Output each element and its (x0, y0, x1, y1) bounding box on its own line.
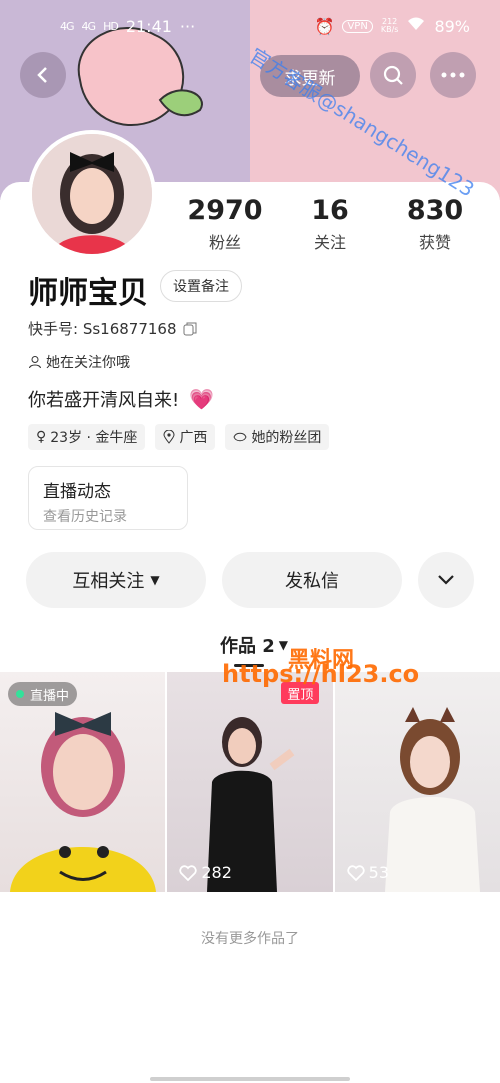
send-message-button[interactable]: 发私信 (222, 552, 402, 608)
like-count-value: 53 (368, 863, 390, 882)
live-now-badge: 直播中 (8, 682, 78, 706)
heart-icon: 💗 (189, 387, 215, 411)
action-row: 互相关注 ▼ 发私信 (26, 552, 474, 608)
network-speed: 212 KB/s (381, 18, 399, 34)
tag-fan-club[interactable]: 她的粉丝团 (225, 424, 330, 450)
battery-level: 89% (434, 16, 470, 36)
heart-outline-icon (179, 864, 197, 881)
stat-likes[interactable]: 830 获赞 (390, 195, 480, 253)
no-more-works-text: 没有更多作品了 (201, 931, 299, 947)
tag-label: 她的粉丝团 (251, 430, 322, 446)
bio-text: 你若盛开清风自来! (28, 390, 180, 411)
signal-indicator-2: 4G (81, 19, 96, 33)
stat-label: 粉丝 (208, 233, 241, 252)
expand-more-button[interactable] (418, 552, 474, 608)
live-history-card[interactable]: 直播动态 查看历史记录 (28, 466, 188, 530)
live-history-subtitle: 查看历史记录 (43, 509, 127, 525)
person-icon (29, 356, 41, 369)
avatar-illustration (32, 134, 152, 254)
tab-works-label: 作品 2 (220, 636, 275, 657)
profile-name: 师师宝贝 (28, 276, 148, 311)
caret-down-icon: ▼ (278, 638, 289, 652)
work-thumbnail (384, 707, 480, 892)
user-id-row: 快手号: Ss16877168 (28, 318, 197, 339)
tag-age-zodiac: ♀ 23岁 · 金牛座 (28, 424, 146, 450)
user-id: 快手号: Ss16877168 (28, 320, 177, 338)
back-button[interactable] (20, 52, 66, 98)
ellipsis-icon (441, 72, 465, 78)
network-speed-unit: KB/s (380, 25, 399, 34)
watermark-text: https://hl23.co (222, 660, 420, 688)
stat-value: 16 (311, 195, 349, 226)
tag-location: 广西 (155, 424, 216, 450)
heart-outline-icon (347, 864, 365, 881)
location-pin-icon (163, 430, 175, 444)
search-button[interactable] (370, 52, 416, 98)
tag-label: 23岁 · 金牛座 (50, 430, 138, 446)
like-count: 53 (347, 863, 389, 882)
work-tile[interactable]: 直播中 (0, 672, 166, 892)
tag-label: 广西 (179, 430, 208, 446)
follows-you-text: 她在关注你哦 (46, 355, 130, 371)
work-tile[interactable]: 置顶 282 (167, 672, 333, 892)
stat-following[interactable]: 16 关注 (285, 195, 375, 253)
mutual-follow-button[interactable]: 互相关注 ▼ (26, 552, 206, 608)
live-history-title: 直播动态 (43, 482, 111, 502)
work-tile[interactable]: 53 (334, 672, 500, 892)
works-grid: 直播中 置顶 282 53 (0, 672, 500, 892)
home-indicator[interactable] (150, 1077, 350, 1081)
status-bar: 4G 4G HD 21:41 ··· ⏰ VPN 212 KB/s 89% (0, 0, 500, 52)
chevron-down-icon (438, 575, 454, 585)
mutual-follow-label: 互相关注 (72, 571, 145, 592)
clock: 21:41 (125, 16, 172, 36)
search-icon (383, 65, 403, 85)
status-more: ··· (179, 16, 196, 36)
bio: 你若盛开清风自来! 💗 (28, 386, 214, 412)
more-options-button[interactable] (430, 52, 476, 98)
set-remark-button[interactable]: 设置备注 (160, 270, 242, 302)
alarm-icon: ⏰ (314, 16, 335, 36)
like-count-value: 282 (201, 863, 232, 882)
gender-icon: ♀ (36, 429, 47, 445)
copy-icon[interactable] (183, 322, 197, 336)
follows-you-row: 她在关注你哦 (28, 352, 130, 372)
caret-down-icon: ▼ (150, 573, 160, 587)
stat-label: 获赞 (418, 233, 451, 252)
tag-row: ♀ 23岁 · 金牛座 广西 她的粉丝团 (28, 424, 330, 450)
like-count: 282 (179, 863, 232, 882)
work-thumbnail (207, 717, 295, 892)
live-dot-icon (16, 690, 24, 698)
vpn-indicator: VPN (342, 19, 373, 33)
avatar[interactable] (28, 130, 156, 258)
stat-label: 关注 (313, 233, 346, 252)
stat-value: 2970 (187, 195, 263, 226)
tab-works[interactable]: 作品 2 ▼ (220, 632, 288, 658)
signal-indicator-1: 4G (60, 19, 74, 33)
stats-row: 2970 粉丝 16 关注 830 获赞 (180, 195, 480, 253)
fan-club-icon (233, 432, 247, 442)
live-now-label: 直播中 (30, 688, 70, 704)
wifi-icon (406, 16, 426, 36)
hd-indicator: HD (103, 19, 119, 33)
chevron-left-icon (37, 67, 47, 83)
stat-fans[interactable]: 2970 粉丝 (180, 195, 270, 253)
